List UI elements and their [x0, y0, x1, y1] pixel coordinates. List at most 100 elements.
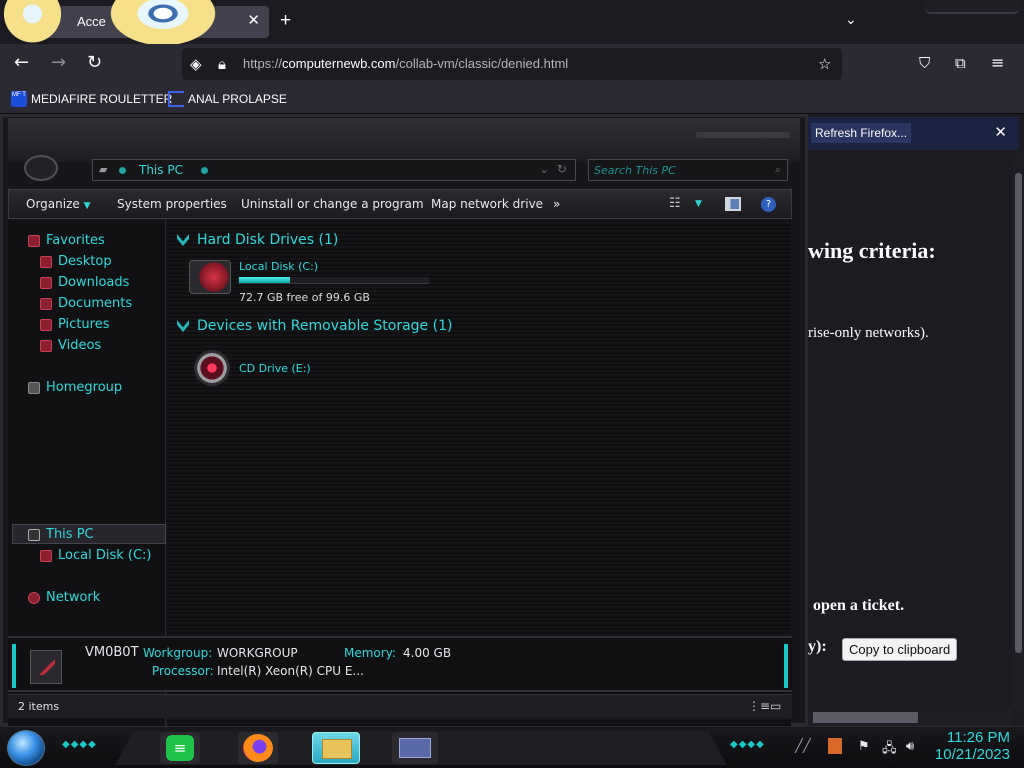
extensions-icon[interactable]: ⧉: [955, 53, 966, 73]
explorer-back-button[interactable]: [24, 155, 58, 181]
nav-item-favorites[interactable]: Favorites: [28, 233, 105, 248]
address-text: This PC: [139, 163, 183, 177]
tab-close-icon[interactable]: ✕: [247, 11, 260, 29]
tray-expand-icon[interactable]: ╱╱: [795, 739, 811, 754]
pictures-icon: [40, 318, 52, 331]
nav-item-homegroup[interactable]: Homegroup: [28, 380, 122, 395]
volume-icon[interactable]: 🔊︎: [906, 739, 914, 754]
nav-label: Homegroup: [46, 380, 123, 395]
videos-icon: [40, 339, 52, 352]
preview-pane-icon[interactable]: [725, 197, 741, 211]
menu-hamburger-icon[interactable]: ≡: [991, 53, 1004, 73]
taskbar-clock[interactable]: 11:26 PM 10/21/2023: [935, 729, 1010, 763]
favorites-star-icon: [28, 234, 40, 247]
organize-label: Organize: [26, 197, 80, 211]
refresh-firefox-button[interactable]: Refresh Firefox...: [811, 123, 912, 143]
bookmark-star-icon[interactable]: ☆: [818, 55, 831, 73]
documents-icon: [40, 297, 52, 310]
nav-item-pictures[interactable]: Pictures: [40, 317, 109, 332]
pocket-icon[interactable]: ⛉: [919, 53, 930, 73]
group-hard-disk-drives[interactable]: Hard Disk Drives (1): [177, 232, 338, 248]
details-view-icon[interactable]: ⋮≡: [748, 699, 770, 713]
taskbar-app-window[interactable]: [392, 732, 438, 764]
uninstall-program-button[interactable]: Uninstall or change a program: [241, 197, 424, 211]
page-heading-fragment: wing criteria:: [808, 238, 936, 263]
system-properties-button[interactable]: System properties: [117, 197, 227, 211]
nav-label: Favorites: [46, 233, 105, 248]
nav-item-downloads[interactable]: Downloads: [40, 275, 129, 290]
mascot-decoration-left: [0, 0, 64, 48]
nav-item-desktop[interactable]: Desktop: [40, 254, 112, 269]
scrollbar-thumb[interactable]: [813, 712, 918, 723]
nav-item-this-pc[interactable]: This PC: [28, 527, 94, 542]
explorer-search-box[interactable]: Search This PC ⌕: [588, 159, 788, 181]
firefox-icon: [243, 734, 273, 762]
page-vertical-scrollbar[interactable]: [1012, 155, 1024, 710]
page-horizontal-scrollbar[interactable]: [803, 709, 1013, 726]
url-bar[interactable]: ◈ 🔒︎ https://computernewb.com/collab-vm/…: [182, 48, 842, 80]
reload-icon[interactable]: ↻: [87, 53, 102, 73]
nav-item-videos[interactable]: Videos: [40, 338, 101, 353]
explorer-title-bar[interactable]: [8, 118, 800, 162]
start-button[interactable]: [7, 730, 45, 766]
explorer-address-bar[interactable]: ▰ This PC ⌄ ↻: [92, 159, 576, 181]
address-separator-icon[interactable]: [201, 167, 208, 174]
lock-icon[interactable]: 🔒︎: [218, 55, 226, 73]
back-arrow-icon[interactable]: ←: [14, 53, 29, 73]
computer-icon: [28, 528, 40, 541]
nav-label: Videos: [58, 338, 102, 353]
search-icon[interactable]: ⌕: [775, 163, 781, 177]
map-network-drive-button[interactable]: Map network drive: [431, 197, 543, 211]
nav-label: This PC: [46, 527, 94, 542]
new-tab-button[interactable]: +: [280, 10, 291, 32]
window-app-icon: [399, 738, 431, 758]
processor-value: Intel(R) Xeon(R) CPU E...: [217, 664, 364, 678]
scrollbar-thumb[interactable]: [1015, 173, 1022, 653]
screen: Acce ✕ + ⌄ ← → ↻ ◈ 🔒︎ https://computerne…: [0, 0, 1024, 768]
tray-app-icon[interactable]: [828, 738, 842, 754]
hard-drive-icon: [189, 260, 231, 294]
bookmark-mediafire[interactable]: MF T MEDIAFIRE ROULETTER: [11, 91, 172, 107]
page-ticket-fragment: open a ticket.: [813, 597, 905, 614]
more-commands-button[interactable]: »: [553, 197, 560, 211]
organize-dropdown-icon: ▼: [83, 201, 91, 211]
computer-icon: [30, 650, 62, 684]
bookmark-label: ANAL PROLAPSE: [188, 92, 287, 106]
page-key-fragment: y):: [808, 638, 827, 655]
view-dropdown-icon[interactable]: ▼: [695, 199, 702, 209]
item-count: 2 items: [18, 700, 60, 713]
memory-label: Memory:: [344, 646, 396, 660]
url-host: computernewb.com: [282, 56, 396, 71]
address-dot-icon: [119, 167, 126, 174]
forward-arrow-icon[interactable]: →: [51, 53, 66, 73]
taskbar-app-notes[interactable]: ≡: [160, 732, 200, 764]
tab-list-chevron-icon[interactable]: ⌄: [845, 12, 857, 28]
copy-to-clipboard-button[interactable]: Copy to clipboard: [842, 638, 958, 661]
nav-item-network[interactable]: Network: [28, 590, 100, 605]
url-text[interactable]: https://computernewb.com/collab-vm/class…: [243, 56, 568, 71]
url-scheme: https://: [243, 56, 283, 71]
taskbar-app-firefox[interactable]: [238, 732, 278, 764]
organize-button[interactable]: Organize ▼: [26, 197, 91, 211]
homegroup-icon: [28, 381, 40, 394]
nav-label: Downloads: [58, 275, 130, 290]
taskbar-app-explorer-active[interactable]: [312, 732, 360, 764]
action-center-flag-icon[interactable]: ⚑: [858, 739, 870, 754]
group-removable-storage[interactable]: Devices with Removable Storage (1): [177, 318, 452, 334]
tracking-shield-icon[interactable]: ◈: [190, 55, 202, 73]
window-controls-decoration: [925, 0, 1020, 14]
view-options-icon[interactable]: ☷: [669, 196, 681, 211]
nav-item-documents[interactable]: Documents: [40, 296, 132, 311]
drive-c-name: Local Disk (C:): [239, 260, 319, 273]
address-controls[interactable]: ⌄ ↻: [539, 162, 567, 176]
nav-item-local-disk[interactable]: Local Disk (C:): [40, 548, 151, 563]
help-icon[interactable]: ?: [761, 197, 776, 212]
notification-bar: Refresh Firefox... ✕: [803, 117, 1019, 150]
notification-close-icon[interactable]: ✕: [994, 123, 1007, 141]
large-icons-view-icon[interactable]: ▭: [770, 699, 781, 713]
details-left-accent: [12, 644, 16, 688]
hard-drive-icon: [40, 549, 52, 562]
network-tray-icon[interactable]: 🖧︎: [882, 739, 897, 761]
explorer-window: ▰ This PC ⌄ ↻ Search This PC ⌕ Organize …: [0, 114, 808, 730]
bookmark-second[interactable]: ANAL PROLAPSE: [168, 91, 287, 107]
